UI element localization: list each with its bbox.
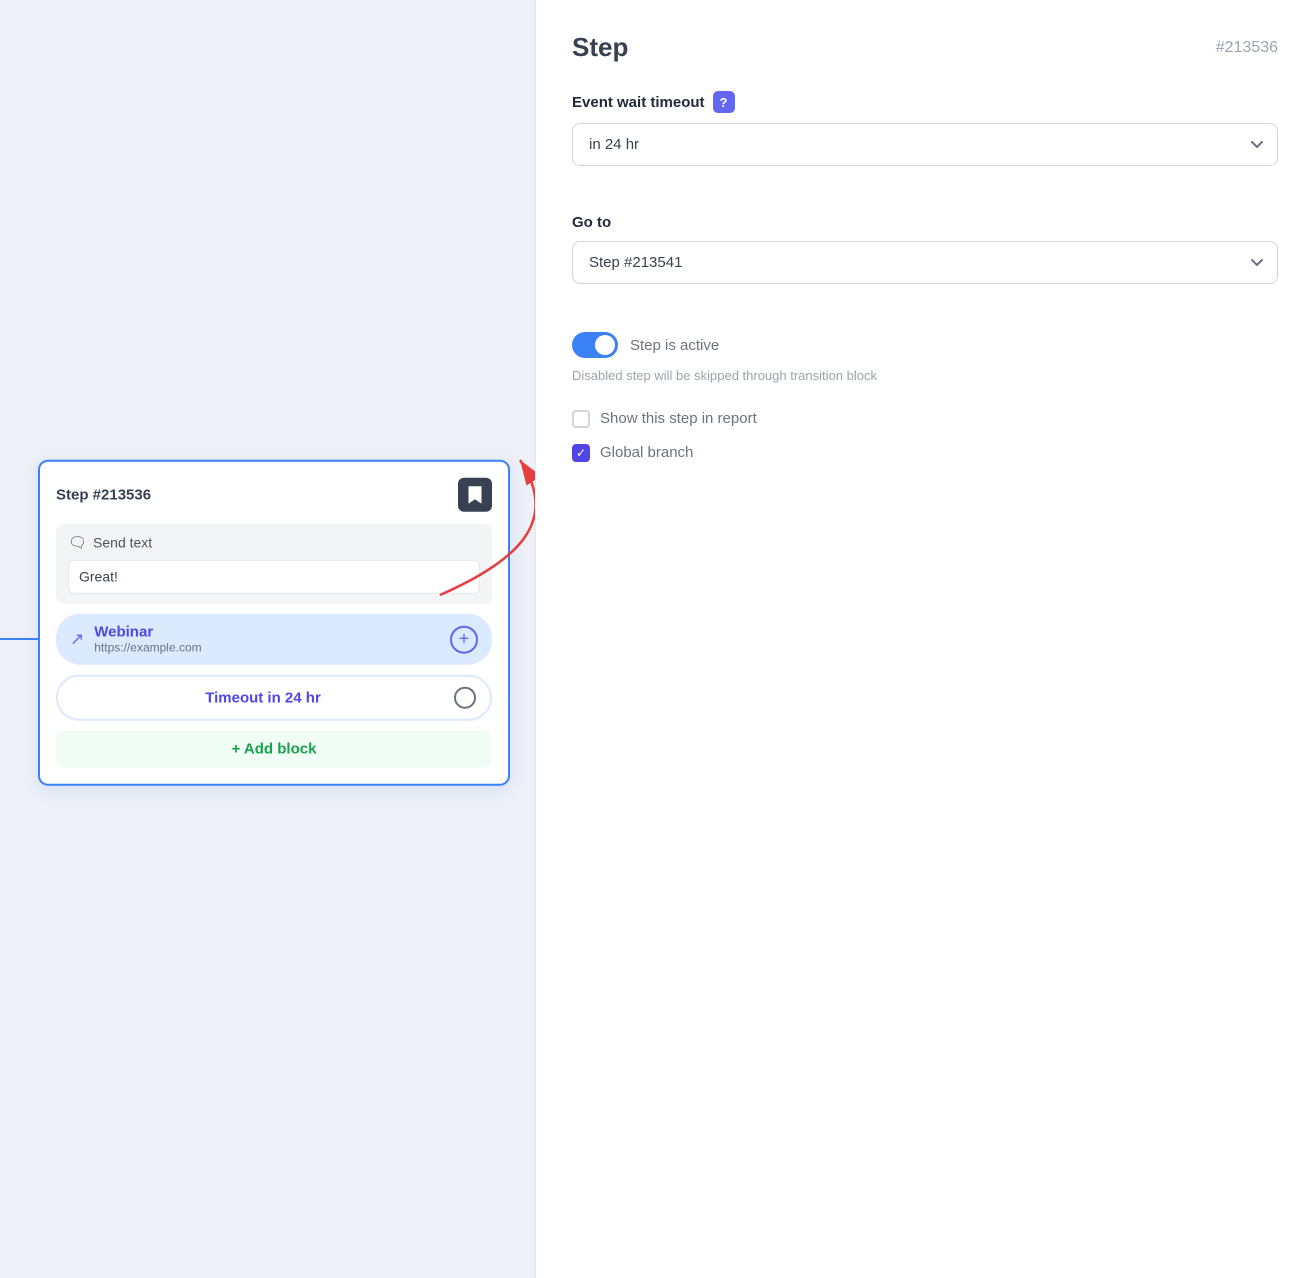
show-in-report-checkbox[interactable] <box>572 410 590 428</box>
timeout-block[interactable]: Timeout in 24 hr <box>56 675 492 721</box>
global-branch-row: ✓ Global branch <box>572 444 1278 462</box>
help-badge[interactable]: ? <box>713 91 735 113</box>
step-card-title: Step #213536 <box>56 486 151 503</box>
right-panel: Step #213536 Event wait timeout ? in 24 … <box>535 0 1314 1278</box>
webinar-url: https://example.com <box>94 641 201 655</box>
show-in-report-row: Show this step in report <box>572 410 1278 428</box>
bookmark-button[interactable] <box>458 478 492 512</box>
show-in-report-label: Show this step in report <box>600 410 757 427</box>
external-link-icon: ↗ <box>70 629 84 649</box>
send-text-block: 🗨 Send text Great! <box>56 524 492 604</box>
go-to-section: Go to Step #213541 Step #213536 Step #21… <box>572 214 1278 308</box>
step-active-description: Disabled step will be skipped through tr… <box>572 366 1278 386</box>
global-branch-label: Global branch <box>600 444 693 461</box>
step-id: #213536 <box>1216 39 1278 57</box>
event-wait-timeout-label: Event wait timeout ? <box>572 91 1278 113</box>
step-active-toggle[interactable] <box>572 332 618 358</box>
add-webinar-button[interactable]: + <box>450 625 478 653</box>
send-text-label: 🗨 Send text <box>68 534 480 552</box>
step-card-header: Step #213536 <box>56 478 492 512</box>
webinar-block[interactable]: ↗ Webinar https://example.com + <box>56 614 492 665</box>
webinar-left: ↗ Webinar https://example.com <box>70 624 202 655</box>
webinar-text: Webinar https://example.com <box>94 624 201 655</box>
step-active-section: Step is active Disabled step will be ski… <box>572 332 1278 386</box>
send-text-content[interactable]: Great! <box>68 560 480 594</box>
panel-title: Step <box>572 32 628 63</box>
global-branch-checkbox[interactable]: ✓ <box>572 444 590 462</box>
step-card: Step #213536 🗨 Send text Great! ↗ Webina… <box>38 460 510 786</box>
step-active-row: Step is active <box>572 332 1278 358</box>
message-icon: 🗨 <box>68 534 87 552</box>
event-wait-timeout-section: Event wait timeout ? in 24 hr in 12 hr i… <box>572 91 1278 190</box>
step-active-label: Step is active <box>630 337 719 354</box>
go-to-label: Go to <box>572 214 1278 231</box>
timeout-connector <box>454 687 476 709</box>
add-block-button[interactable]: + Add block <box>56 731 492 768</box>
webinar-name: Webinar <box>94 624 201 641</box>
canvas-area: Step #213536 🗨 Send text Great! ↗ Webina… <box>0 0 535 1278</box>
panel-header: Step #213536 <box>572 32 1278 63</box>
go-to-select[interactable]: Step #213541 Step #213536 Step #213542 <box>572 241 1278 284</box>
event-wait-timeout-select[interactable]: in 24 hr in 12 hr in 48 hr never <box>572 123 1278 166</box>
timeout-label: Timeout in 24 hr <box>72 689 454 706</box>
